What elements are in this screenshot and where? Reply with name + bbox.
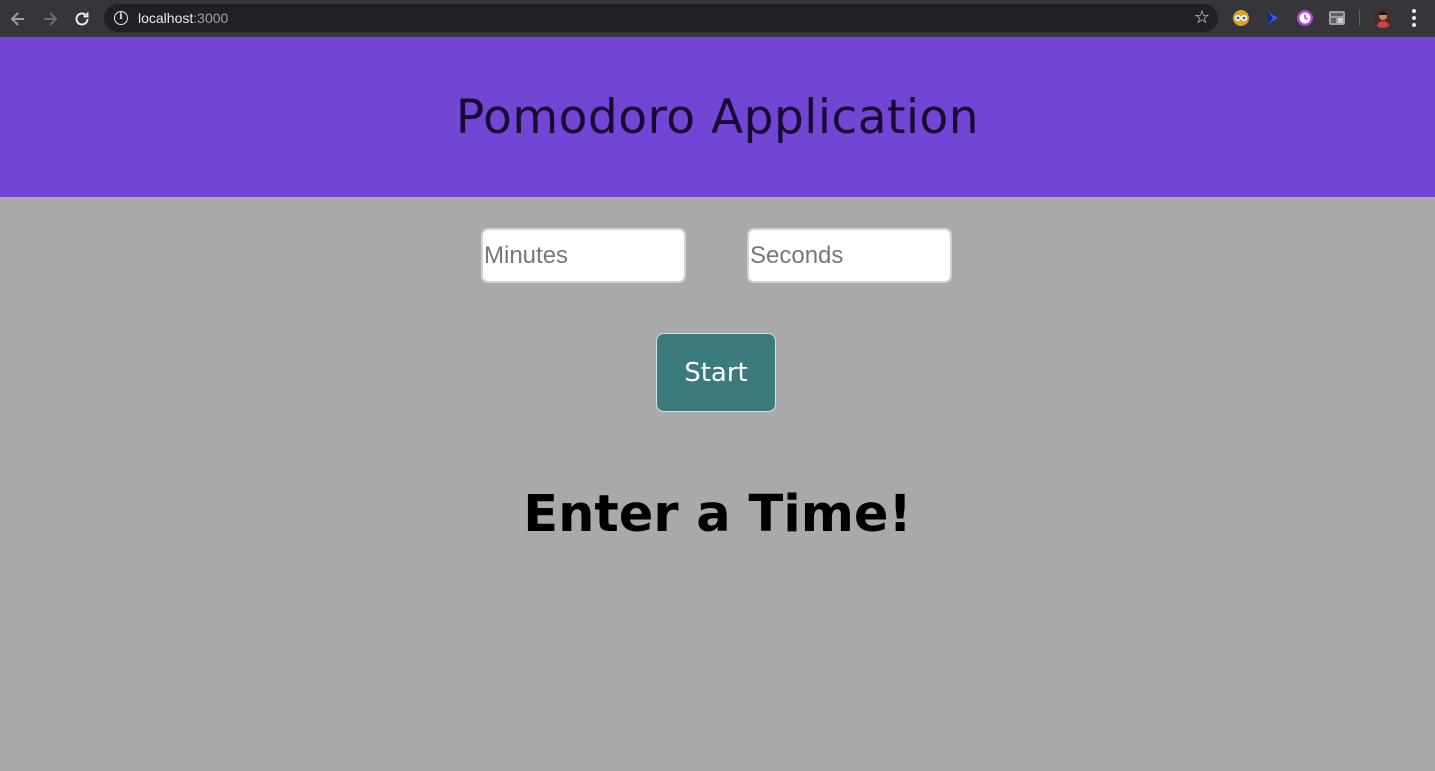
browser-menu-icon[interactable] bbox=[1406, 8, 1422, 28]
status-message: Enter a Time! bbox=[523, 485, 912, 544]
url-port: :3000 bbox=[193, 10, 229, 26]
forward-arrow-icon[interactable] bbox=[36, 0, 64, 37]
browser-toolbar: i localhost:3000 ☆ bbox=[0, 0, 1435, 37]
toolbar-divider bbox=[1359, 10, 1360, 26]
clock-extension-icon[interactable] bbox=[1295, 8, 1315, 28]
url-text: localhost:3000 bbox=[138, 10, 228, 26]
grid-extension-icon[interactable] bbox=[1327, 8, 1347, 28]
start-button[interactable]: Start bbox=[656, 333, 776, 412]
bookmark-star-icon[interactable]: ☆ bbox=[1194, 7, 1210, 29]
minutes-input[interactable] bbox=[481, 228, 686, 283]
back-arrow-icon[interactable] bbox=[4, 0, 32, 37]
url-host: localhost bbox=[138, 10, 194, 26]
reload-icon[interactable] bbox=[68, 0, 96, 37]
cursor-extension-icon[interactable] bbox=[1262, 8, 1282, 28]
time-inputs bbox=[0, 228, 1435, 283]
app-header: Pomodoro Application bbox=[0, 37, 1435, 197]
site-info-icon[interactable]: i bbox=[114, 11, 128, 25]
seconds-input[interactable] bbox=[747, 228, 952, 283]
eyes-extension-icon[interactable] bbox=[1231, 8, 1251, 28]
profile-avatar[interactable] bbox=[1373, 8, 1393, 28]
address-bar[interactable]: i localhost:3000 ☆ bbox=[104, 4, 1218, 32]
page-title: Pomodoro Application bbox=[455, 89, 980, 145]
